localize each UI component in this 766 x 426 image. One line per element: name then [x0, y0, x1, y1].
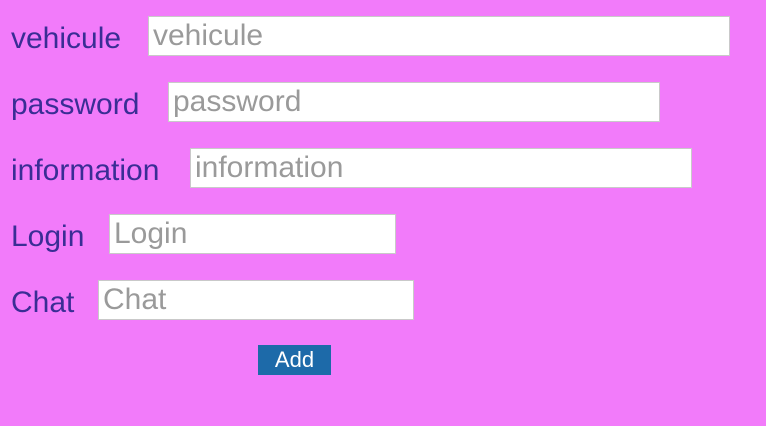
login-label: Login	[11, 220, 85, 253]
vehicule-label: vehicule	[11, 22, 122, 55]
chat-label: Chat	[11, 286, 75, 319]
chat-input[interactable]	[98, 280, 414, 320]
information-input[interactable]	[190, 148, 692, 188]
login-input[interactable]	[109, 214, 396, 254]
password-input[interactable]	[168, 82, 660, 122]
vehicule-input[interactable]	[148, 16, 730, 56]
add-button[interactable]: Add	[258, 345, 331, 375]
information-label: information	[11, 154, 160, 187]
password-label: password	[11, 88, 140, 121]
